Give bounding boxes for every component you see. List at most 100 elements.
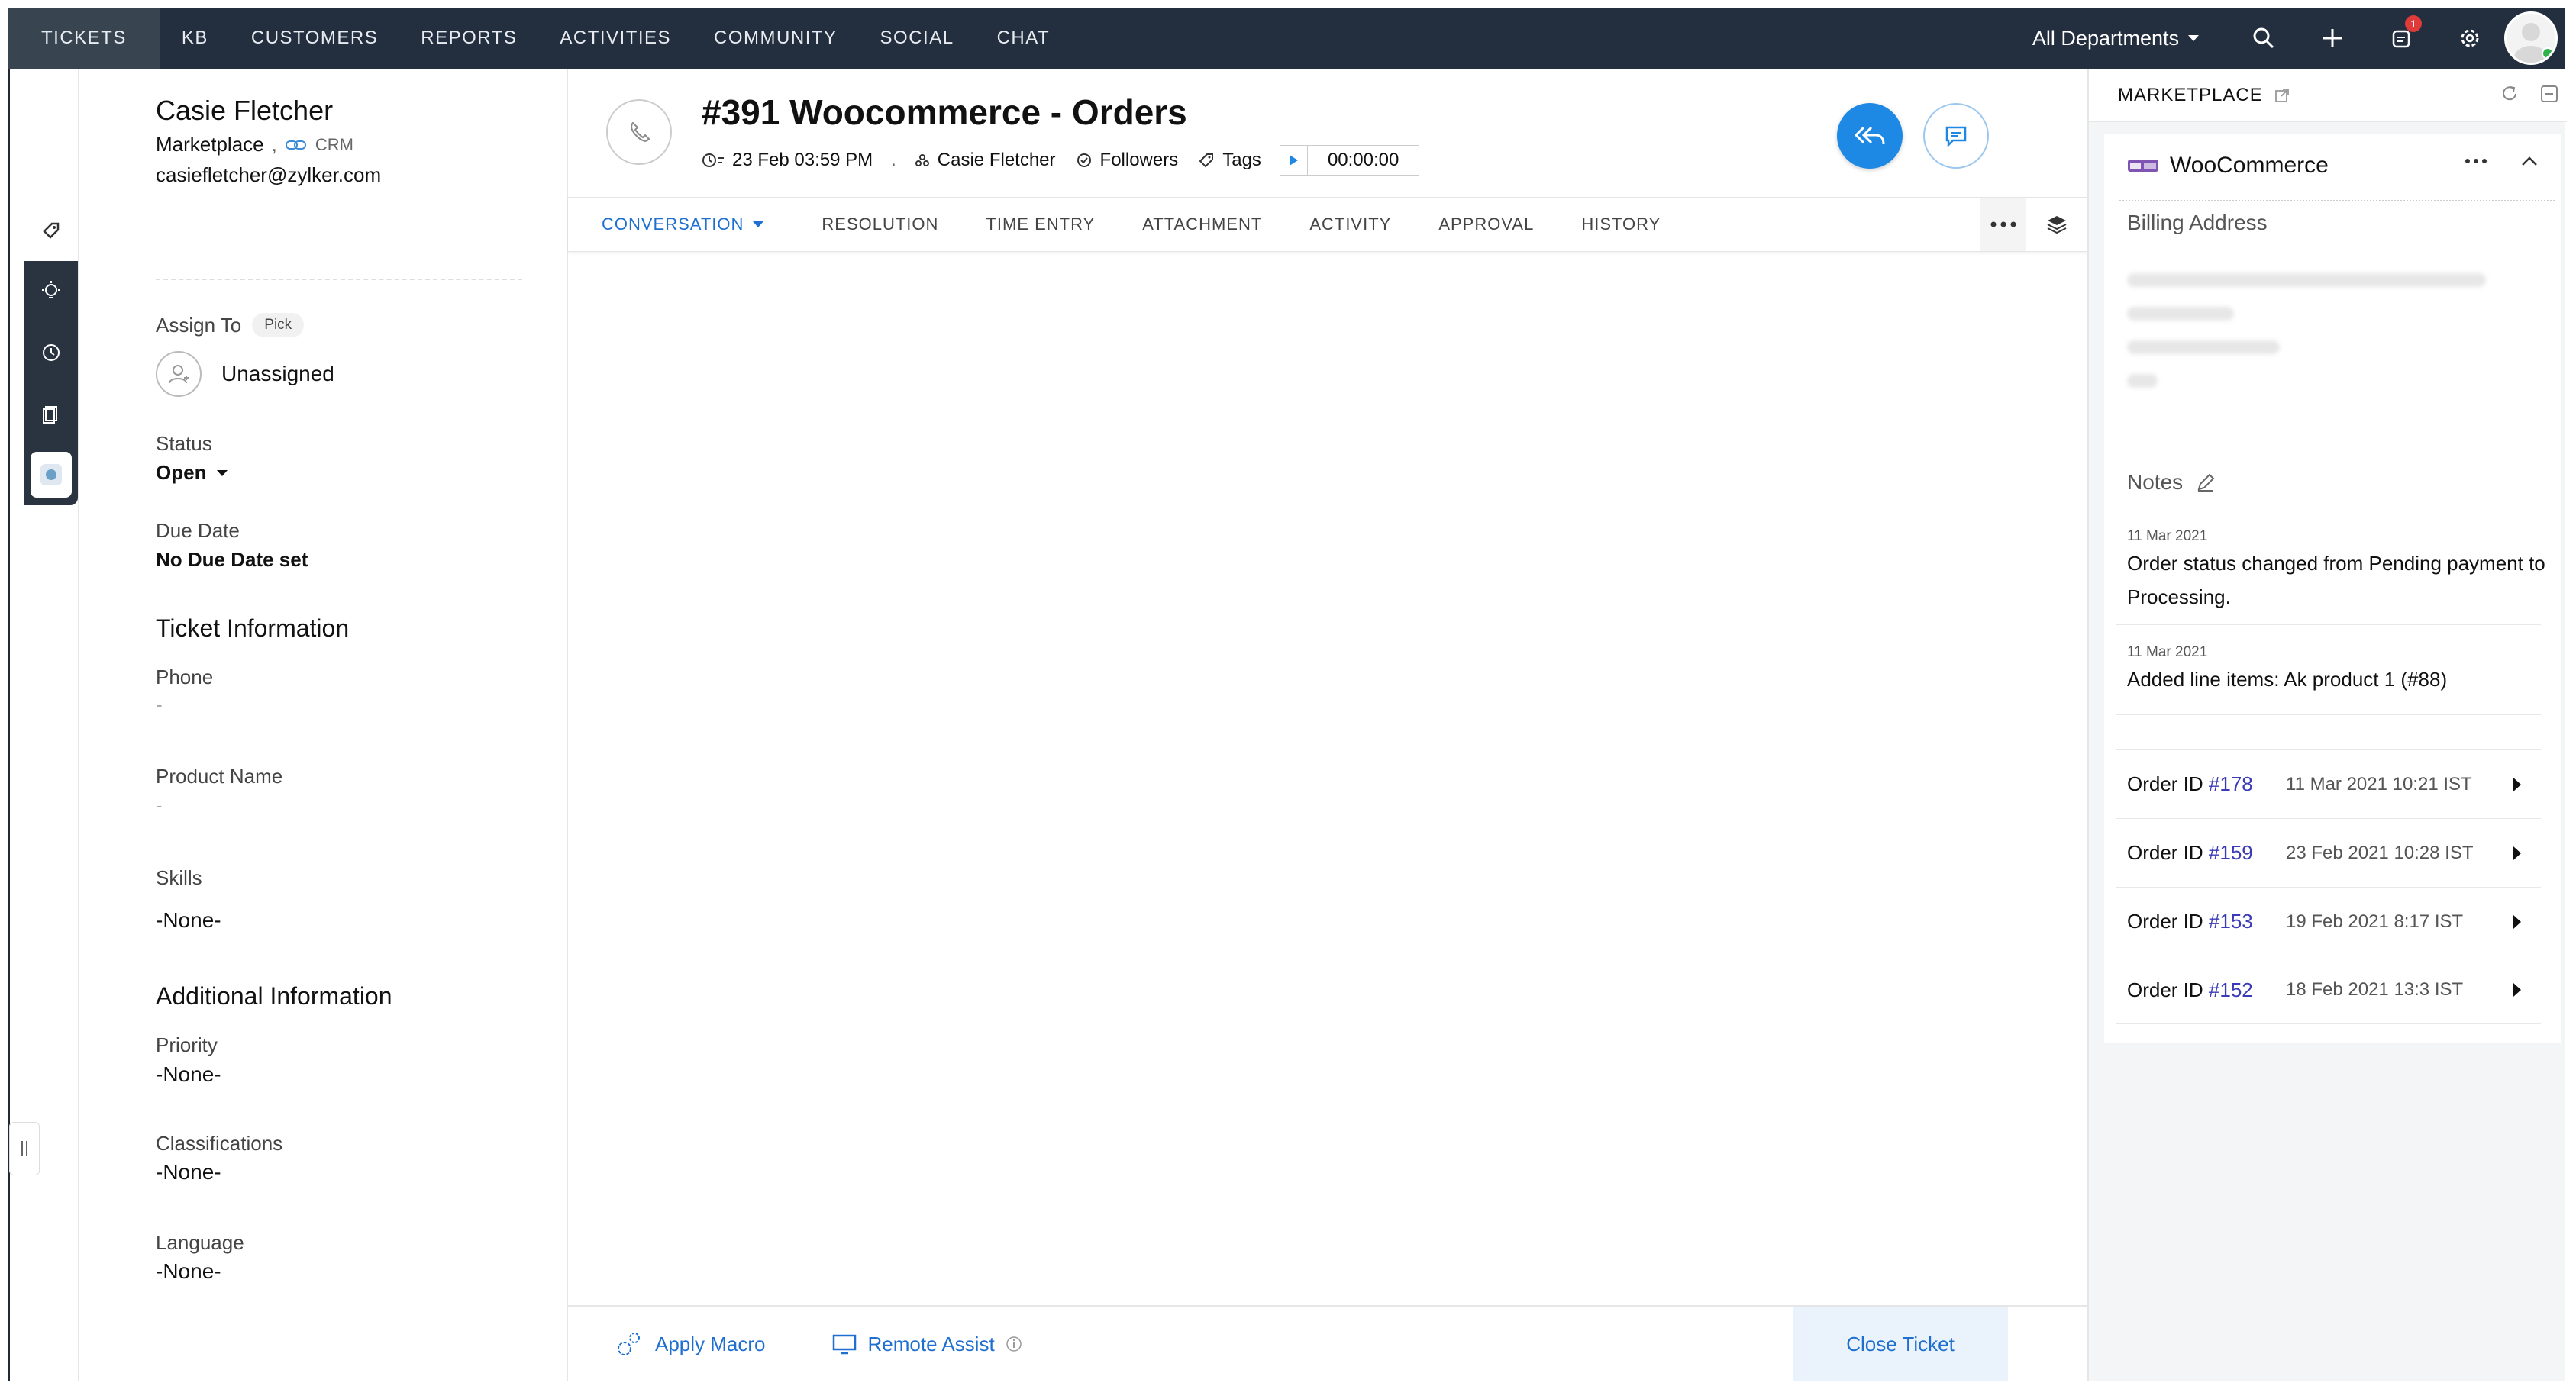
priority-value[interactable]: -None-: [156, 1062, 221, 1087]
order-row[interactable]: Order ID #152 18 Feb 2021 13:3 IST: [2116, 956, 2541, 1024]
close-ticket-button[interactable]: Close Ticket: [1793, 1307, 2008, 1381]
lightbulb-icon: [42, 281, 60, 298]
tab-conversation[interactable]: CONVERSATION: [568, 214, 798, 234]
time-tracker[interactable]: 00:00:00: [1279, 145, 1420, 176]
skills-value[interactable]: -None-: [156, 908, 221, 933]
tab-resolution[interactable]: RESOLUTION: [798, 214, 962, 234]
ticket-action-bar: Apply Macro Remote Assist Close Ticket: [568, 1305, 2087, 1381]
woocommerce-widget: WooCommerce Billing Address Notes 11 Mar…: [2104, 134, 2561, 1043]
edit-pencil-icon[interactable]: [2195, 472, 2216, 493]
ticket-properties-panel: Casie Fletcher Marketplace , CRM casiefl…: [78, 69, 568, 1381]
order-id: Order ID #178: [2127, 772, 2253, 795]
followers-link[interactable]: Followers: [1100, 150, 1179, 171]
rail-properties-button[interactable]: [24, 200, 78, 261]
tab-attachment[interactable]: ATTACHMENT: [1119, 214, 1286, 234]
nav-tab-chat[interactable]: CHAT: [976, 8, 1072, 69]
user-avatar[interactable]: [2504, 11, 2558, 65]
widget-actions: [2465, 156, 2538, 166]
billing-address-heading: Billing Address: [2127, 211, 2268, 234]
chevron-down-icon: [2188, 35, 2199, 41]
rail-ideas-button[interactable]: [24, 261, 78, 322]
tab-time-entry[interactable]: TIME ENTRY: [962, 214, 1119, 234]
order-id-link[interactable]: #159: [2209, 841, 2253, 864]
note-date: 11 Mar 2021: [2127, 644, 2208, 660]
account-name[interactable]: Marketplace: [156, 133, 264, 156]
comment-icon: [1945, 126, 1967, 148]
order-id-link[interactable]: #178: [2209, 772, 2253, 795]
remote-assist-button[interactable]: Remote Assist: [831, 1333, 1022, 1356]
order-id-link[interactable]: #153: [2209, 910, 2253, 933]
chevron-right-icon: [2513, 777, 2521, 791]
order-id-link[interactable]: #152: [2209, 978, 2253, 1001]
contact-email[interactable]: casiefletcher@zylker.com: [156, 163, 381, 187]
rail-history-button[interactable]: [24, 322, 78, 383]
tab-approval[interactable]: APPROVAL: [1415, 214, 1558, 234]
billing-address-line-redacted: [2127, 340, 2280, 354]
assignee-row[interactable]: Unassigned: [156, 351, 334, 397]
billing-address-line-redacted: [2127, 307, 2234, 321]
nav-tab-kb[interactable]: KB: [160, 8, 230, 69]
tab-activity[interactable]: ACTIVITY: [1286, 214, 1415, 234]
rail-articles-button[interactable]: [24, 383, 78, 444]
nav-tab-community[interactable]: COMMUNITY: [692, 8, 858, 69]
panel-resize-handle[interactable]: [9, 1122, 40, 1175]
nav-tab-tickets[interactable]: TICKETS: [8, 8, 160, 69]
marketplace-header: MARKETPLACE: [2089, 69, 2567, 122]
add-button[interactable]: [2298, 8, 2367, 69]
order-id: Order ID #153: [2127, 910, 2253, 933]
ticket-contact-name[interactable]: Casie Fletcher: [938, 150, 1056, 171]
online-status-dot: [2542, 47, 2554, 60]
contact-name[interactable]: Casie Fletcher: [156, 95, 333, 127]
tab-history[interactable]: HISTORY: [1558, 214, 1684, 234]
more-horizontal-icon[interactable]: [2465, 158, 2487, 164]
order-row[interactable]: Order ID #178 11 Mar 2021 10:21 IST: [2116, 749, 2541, 818]
nav-tab-reports[interactable]: REPORTS: [399, 8, 538, 69]
product-name-value[interactable]: -: [156, 794, 163, 817]
layers-button[interactable]: [2034, 198, 2080, 251]
apply-macro-label: Apply Macro: [655, 1332, 766, 1355]
play-timer-button[interactable]: [1280, 146, 1308, 175]
collapse-panel-icon[interactable]: [2539, 84, 2559, 104]
notes-heading: Notes: [2127, 470, 2184, 494]
monitor-icon: [832, 1334, 856, 1355]
rail-marketplace-button[interactable]: [31, 452, 72, 498]
apply-macro-button[interactable]: Apply Macro: [614, 1329, 766, 1359]
phone-value[interactable]: -: [156, 693, 163, 717]
department-selector[interactable]: All Departments: [2032, 27, 2199, 50]
chevron-down-icon: [753, 221, 764, 227]
language-value[interactable]: -None-: [156, 1259, 221, 1284]
remote-assist-label: Remote Assist: [867, 1332, 995, 1355]
woocommerce-header: WooCommerce: [2127, 153, 2329, 179]
chevron-right-icon: [2513, 846, 2521, 860]
tags-link[interactable]: Tags: [1222, 150, 1261, 171]
marketplace-title: MARKETPLACE: [2118, 84, 2263, 105]
timer-value: 00:00:00: [1327, 150, 1399, 170]
info-icon[interactable]: [1006, 1336, 1022, 1352]
due-date-value[interactable]: No Due Date set: [156, 548, 308, 572]
macro-gear-icon: [618, 1333, 640, 1355]
settings-button[interactable]: [2436, 8, 2504, 69]
order-row[interactable]: Order ID #159 23 Feb 2021 10:28 IST: [2116, 818, 2541, 887]
pick-button[interactable]: Pick: [252, 313, 305, 337]
billing-address-line-redacted: [2127, 374, 2158, 388]
skills-label: Skills: [156, 866, 202, 889]
add-comment-button[interactable]: [1923, 103, 1989, 169]
more-tabs-button[interactable]: [1980, 198, 2026, 251]
notes-heading-row: Notes: [2127, 470, 2216, 495]
chevron-up-icon[interactable]: [2521, 156, 2538, 166]
nav-tab-activities[interactable]: ACTIVITIES: [538, 8, 692, 69]
classifications-value[interactable]: -None-: [156, 1160, 221, 1185]
refresh-icon[interactable]: [2500, 84, 2520, 104]
notifications-button[interactable]: 1: [2367, 8, 2436, 69]
nav-tab-customers[interactable]: CUSTOMERS: [230, 8, 399, 69]
left-edge-line: [8, 69, 10, 1381]
reply-all-button[interactable]: [1837, 103, 1903, 169]
assignee-value: Unassigned: [221, 362, 334, 385]
order-row[interactable]: Order ID #153 19 Feb 2021 8:17 IST: [2116, 887, 2541, 956]
search-button[interactable]: [2229, 8, 2298, 69]
department-label: All Departments: [2032, 26, 2179, 50]
crm-label[interactable]: CRM: [315, 135, 353, 155]
external-link-icon[interactable]: [2274, 87, 2290, 104]
status-dropdown[interactable]: Open: [156, 461, 228, 485]
nav-tab-social[interactable]: SOCIAL: [859, 8, 976, 69]
